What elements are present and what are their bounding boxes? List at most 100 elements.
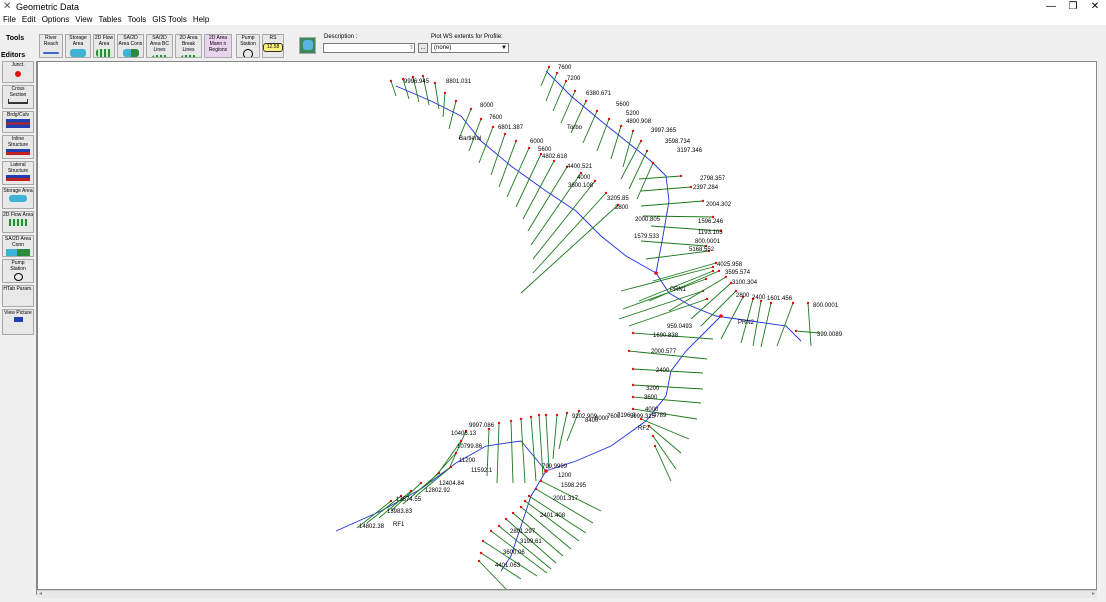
menu-tools[interactable]: Tools — [125, 14, 150, 25]
cross-section-node[interactable] — [491, 125, 495, 129]
cross-section-line[interactable] — [752, 300, 762, 347]
cross-section-node[interactable] — [579, 171, 583, 175]
cross-section-line[interactable] — [558, 412, 568, 450]
cross-section-node[interactable] — [631, 331, 635, 335]
cross-section-node[interactable] — [411, 75, 415, 79]
menu-options[interactable]: Options — [39, 14, 73, 25]
cross-section-node[interactable] — [443, 91, 447, 95]
cross-section-node[interactable] — [701, 199, 705, 203]
cross-section-line[interactable] — [482, 540, 538, 577]
cross-section-line[interactable] — [522, 160, 555, 220]
break-lines-button[interactable]: 2D Area Break Lines — [175, 34, 202, 58]
cross-section-node[interactable] — [734, 289, 738, 293]
cross-section-node[interactable] — [539, 479, 543, 483]
bridge-culvert-button[interactable]: Brdg/Culv — [2, 111, 34, 133]
bc-lines-button[interactable]: SA/2D Area BC Lines — [146, 34, 173, 58]
cross-section-line[interactable] — [498, 140, 517, 188]
description-input[interactable] — [323, 43, 415, 53]
cross-section-line[interactable] — [524, 500, 580, 542]
cross-section-line[interactable] — [622, 130, 634, 168]
storage-area-side-button[interactable]: Storage Area — [2, 187, 34, 209]
cross-section-node[interactable] — [519, 417, 523, 421]
cross-section-line[interactable] — [795, 330, 820, 334]
cross-section-node[interactable] — [454, 99, 458, 103]
river-reach-button[interactable]: River Reach — [39, 34, 63, 58]
htab-param-button[interactable]: HTab Param. — [2, 285, 34, 307]
cross-section-node[interactable] — [477, 559, 481, 563]
cross-section-node[interactable] — [469, 107, 473, 111]
cross-section-node[interactable] — [711, 215, 715, 219]
cross-section-line[interactable] — [540, 66, 550, 87]
cross-section-node[interactable] — [794, 329, 798, 333]
cross-section-node[interactable] — [584, 99, 588, 103]
cross-section-node[interactable] — [627, 349, 631, 353]
profile-select[interactable]: (none) ▼ — [431, 43, 509, 53]
cross-section-node[interactable] — [645, 149, 649, 153]
geometry-canvas[interactable]: 9996.945 8801.031 8000 7600 6801.387 Bartlera… — [37, 61, 1097, 590]
cross-section-node[interactable] — [806, 301, 810, 305]
menu-help[interactable]: Help — [190, 14, 212, 25]
cross-section-node[interactable] — [651, 161, 655, 165]
cross-section-line[interactable] — [515, 153, 542, 208]
cross-section-line[interactable] — [552, 80, 567, 112]
cross-section-node[interactable] — [497, 524, 501, 528]
cross-section-node[interactable] — [653, 444, 657, 448]
scroll-left-icon[interactable]: ◂ — [39, 590, 42, 597]
cross-section-node[interactable] — [631, 407, 635, 411]
view-picture-button[interactable]: View Picture — [2, 309, 34, 335]
cross-section-line[interactable] — [560, 90, 576, 124]
cross-section-node[interactable] — [717, 269, 721, 273]
cross-section-node[interactable] — [537, 413, 541, 417]
junction-button[interactable]: Junct. — [2, 61, 34, 83]
pump-station-button[interactable]: Pump Station — [236, 34, 260, 58]
cross-section-node[interactable] — [437, 471, 441, 475]
cross-section-node[interactable] — [519, 505, 523, 509]
cross-section-line[interactable] — [640, 186, 692, 192]
river-reach-line[interactable] — [545, 315, 722, 472]
cross-section-node[interactable] — [433, 81, 437, 85]
menu-tables[interactable]: Tables — [95, 14, 124, 25]
cross-section-line[interactable] — [434, 82, 440, 110]
river-reach-line[interactable] — [395, 85, 657, 274]
cross-section-line[interactable] — [545, 72, 558, 102]
close-button[interactable]: ✕ — [1084, 0, 1106, 14]
junction-node[interactable] — [719, 314, 723, 318]
cross-section-node[interactable] — [595, 109, 599, 113]
cross-section-node[interactable] — [552, 159, 556, 163]
cross-section-node[interactable] — [409, 489, 413, 493]
cross-section-node[interactable] — [791, 301, 795, 305]
cross-section-node[interactable] — [573, 89, 577, 93]
cross-section-node[interactable] — [724, 275, 728, 279]
cross-section-node[interactable] — [577, 409, 581, 413]
cross-section-line[interactable] — [496, 422, 500, 484]
cross-section-node[interactable] — [454, 451, 458, 455]
cross-section-node[interactable] — [534, 487, 538, 491]
cross-section-line[interactable] — [448, 100, 457, 130]
cross-section-node[interactable] — [389, 499, 393, 503]
cross-section-node[interactable] — [504, 517, 508, 521]
cross-section-node[interactable] — [704, 277, 708, 281]
cross-section-button[interactable]: Cross Section — [2, 85, 34, 109]
cross-section-node[interactable] — [479, 551, 483, 555]
junction-node[interactable] — [654, 271, 658, 275]
cross-section-node[interactable] — [527, 494, 531, 498]
cross-section-line[interactable] — [468, 118, 482, 152]
cross-section-node[interactable] — [481, 539, 485, 543]
cross-section-node[interactable] — [769, 301, 773, 305]
sa-2d-conn-button[interactable]: SA/2D Area Conn — [117, 34, 144, 58]
cross-section-node[interactable] — [529, 415, 533, 419]
cross-section-line[interactable] — [510, 420, 514, 484]
cross-section-node[interactable] — [555, 71, 559, 75]
cross-section-line[interactable] — [545, 414, 550, 470]
cross-section-line[interactable] — [620, 140, 642, 180]
cross-section-line[interactable] — [552, 414, 558, 460]
cross-section-node[interactable] — [711, 269, 715, 273]
map-picture-button[interactable] — [299, 37, 316, 54]
cross-section-node[interactable] — [631, 383, 635, 387]
menu-view[interactable]: View — [72, 14, 95, 25]
2d-flow-area-side-button[interactable]: 2D Flow Area — [2, 211, 34, 233]
cross-section-line[interactable] — [807, 302, 812, 347]
cross-section-line[interactable] — [442, 92, 446, 118]
cross-section-node[interactable] — [527, 146, 531, 150]
cross-section-node[interactable] — [651, 434, 655, 438]
